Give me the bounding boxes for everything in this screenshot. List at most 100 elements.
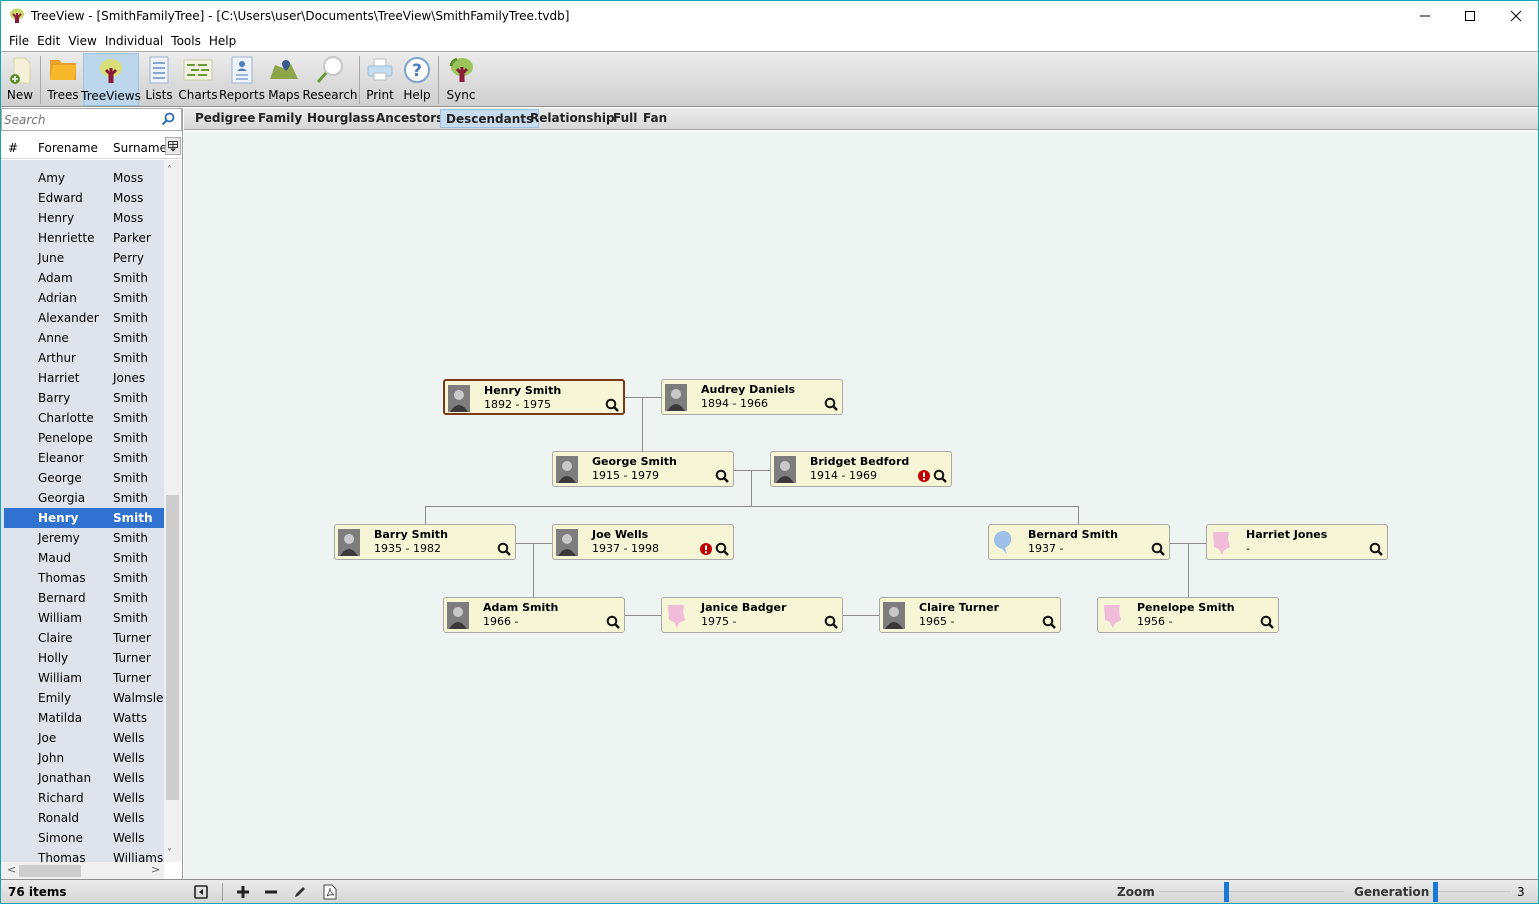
magnifier-icon[interactable] — [1151, 542, 1165, 556]
list-item[interactable]: Eleanor Smith — [4, 448, 164, 468]
person-card[interactable]: Bridget Bedford 1914 - 1969 — [770, 451, 952, 487]
magnifier-icon[interactable] — [497, 542, 511, 556]
person-card[interactable]: Harriet Jones - — [1206, 524, 1388, 560]
list-item[interactable]: Simone Wells — [4, 828, 164, 848]
list-item[interactable]: Henry Moss — [4, 208, 164, 228]
list-item[interactable]: Thomas Smith — [4, 568, 164, 588]
list-item[interactable]: Anne Smith — [4, 328, 164, 348]
menu-individual[interactable]: Individual — [102, 32, 166, 51]
scroll-right-icon[interactable]: > — [151, 863, 160, 876]
warning-icon[interactable] — [918, 470, 930, 482]
list-item[interactable]: Georgia Smith — [4, 488, 164, 508]
list-item[interactable]: Harriet Jones — [4, 368, 164, 388]
list-item[interactable]: Henry Smith — [4, 508, 164, 528]
tab-family[interactable]: Family — [253, 109, 307, 128]
magnifier-icon[interactable] — [606, 615, 620, 629]
magnifier-icon[interactable] — [933, 469, 947, 483]
list-vertical-scrollbar[interactable]: ˄ ˅ — [164, 160, 181, 862]
list-item[interactable]: George Smith — [4, 468, 164, 488]
person-card[interactable]: Audrey Daniels 1894 - 1966 — [661, 379, 843, 415]
person-card[interactable]: Claire Turner 1965 - — [879, 597, 1061, 633]
add-button[interactable] — [234, 883, 252, 901]
column-header-number[interactable]: # — [8, 141, 18, 155]
toolbar-lists-button[interactable]: Lists — [144, 53, 174, 106]
tab-pedigree[interactable]: Pedigree — [190, 109, 260, 128]
list-item[interactable]: William Turner — [4, 668, 164, 688]
scroll-thumb[interactable] — [19, 865, 81, 877]
person-card[interactable]: Joe Wells 1937 - 1998 — [552, 524, 734, 560]
remove-button[interactable] — [262, 883, 280, 901]
magnifier-icon[interactable] — [605, 398, 619, 412]
magnifier-icon[interactable] — [1369, 542, 1383, 556]
warning-icon[interactable] — [700, 543, 712, 555]
list-item[interactable]: Arthur Smith — [4, 348, 164, 368]
person-card[interactable]: Adam Smith 1966 - — [443, 597, 625, 633]
search-icon[interactable] — [161, 112, 175, 126]
toolbar-reports-button[interactable]: Reports — [219, 53, 265, 106]
menu-tools[interactable]: Tools — [168, 32, 204, 51]
list-item[interactable]: Richard Wells — [4, 788, 164, 808]
list-item[interactable]: Emily Walmsley — [4, 688, 164, 708]
person-card[interactable]: Janice Badger 1975 - — [661, 597, 843, 633]
person-card[interactable]: Barry Smith 1935 - 1982 — [334, 524, 516, 560]
list-item[interactable]: Edward Moss — [4, 188, 164, 208]
person-card[interactable]: Penelope Smith 1956 - — [1097, 597, 1279, 633]
list-item[interactable]: Maud Smith — [4, 548, 164, 568]
toolbar-treeviews-button[interactable]: TreeViews — [81, 53, 141, 106]
list-item[interactable]: Matilda Watts — [4, 708, 164, 728]
list-item[interactable]: William Smith — [4, 608, 164, 628]
list-item[interactable]: Penelope Smith — [4, 428, 164, 448]
maximize-button[interactable] — [1447, 1, 1493, 31]
list-item[interactable]: Barry Smith — [4, 388, 164, 408]
toggle-panel-button[interactable] — [192, 883, 210, 901]
toolbar-print-button[interactable]: Print — [364, 53, 396, 106]
scroll-thumb[interactable] — [166, 495, 179, 800]
person-card[interactable]: George Smith 1915 - 1979 — [552, 451, 734, 487]
list-item[interactable]: Holly Turner — [4, 648, 164, 668]
minimize-button[interactable] — [1402, 1, 1448, 31]
list-item[interactable]: Jeremy Smith — [4, 528, 164, 548]
toolbar-research-button[interactable]: Research — [302, 53, 358, 106]
magnifier-icon[interactable] — [1260, 615, 1274, 629]
tab-fan[interactable]: Fan — [638, 109, 672, 128]
column-header-forename[interactable]: Forename — [38, 141, 98, 155]
menu-edit[interactable]: Edit — [34, 32, 63, 51]
list-item[interactable]: John Wells — [4, 748, 164, 768]
magnifier-icon[interactable] — [1042, 615, 1056, 629]
toolbar-sync-button[interactable]: Sync — [444, 53, 478, 106]
zoom-slider-track[interactable] — [1159, 891, 1344, 892]
menu-file[interactable]: File — [6, 32, 32, 51]
menu-help[interactable]: Help — [206, 32, 239, 51]
column-chooser-button[interactable] — [165, 137, 181, 155]
generation-slider-track[interactable] — [1429, 891, 1511, 892]
list-item[interactable]: Ronald Wells — [4, 808, 164, 828]
tree-canvas[interactable]: Henry Smith 1892 - 1975 Audrey Daniels 1894… — [184, 131, 1538, 879]
list-item[interactable]: Adam Smith — [4, 268, 164, 288]
edit-button[interactable] — [291, 883, 309, 901]
magnifier-icon[interactable] — [715, 469, 729, 483]
scroll-left-icon[interactable]: < — [7, 863, 16, 876]
zoom-slider-thumb[interactable] — [1223, 882, 1229, 902]
list-item[interactable]: Charlotte Smith — [4, 408, 164, 428]
export-pdf-button[interactable] — [321, 883, 339, 901]
tab-hourglass[interactable]: Hourglass — [302, 109, 380, 128]
list-item[interactable]: Claire Turner — [4, 628, 164, 648]
scroll-up-icon[interactable]: ˄ — [167, 165, 172, 176]
search-input[interactable] — [4, 111, 154, 128]
close-button[interactable] — [1493, 1, 1539, 31]
generation-slider-thumb[interactable] — [1433, 882, 1439, 902]
toolbar-trees-button[interactable]: Trees — [45, 53, 81, 106]
list-item[interactable]: Jonathan Wells — [4, 768, 164, 788]
list-item[interactable]: Alexander Smith — [4, 308, 164, 328]
magnifier-icon[interactable] — [715, 542, 729, 556]
list-item[interactable]: Adrian Smith — [4, 288, 164, 308]
toolbar-charts-button[interactable]: Charts — [178, 53, 218, 106]
list-item[interactable]: June Perry — [4, 248, 164, 268]
tab-relationship[interactable]: Relationship — [525, 109, 620, 128]
tab-ancestors[interactable]: Ancestors — [371, 109, 448, 128]
list-item[interactable]: Henriette Parker — [4, 228, 164, 248]
list-item[interactable]: Bernard Smith — [4, 588, 164, 608]
list-horizontal-scrollbar[interactable]: < > — [1, 862, 164, 879]
list-item[interactable]: Thomas Williams — [4, 848, 164, 862]
magnifier-icon[interactable] — [824, 615, 838, 629]
